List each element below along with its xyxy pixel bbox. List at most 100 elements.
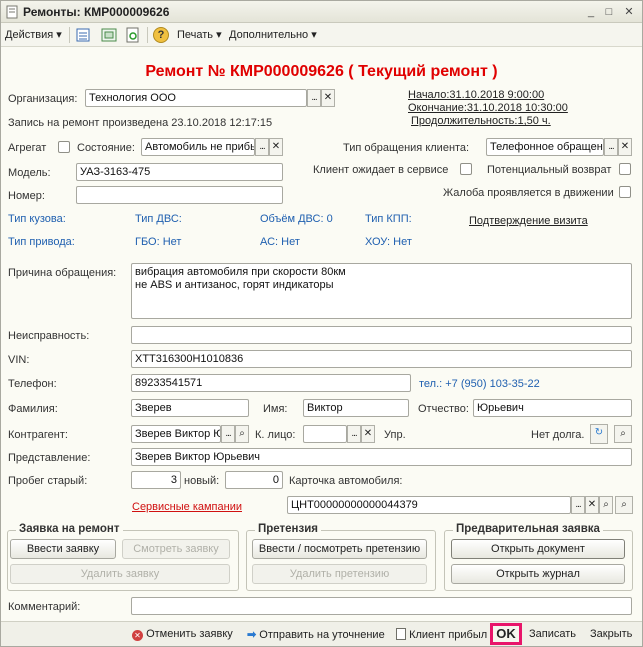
document-icon — [6, 5, 18, 19]
service-campaigns-link[interactable]: Сервисные кампании — [132, 501, 242, 513]
surname-field[interactable]: Зверев — [131, 399, 249, 417]
counterparty-field[interactable]: Зверев Виктор Юрьевич — [131, 425, 221, 443]
potential-return-label: Потенциальный возврат — [487, 164, 612, 176]
vin-field[interactable]: XTT316300H1010836 — [131, 350, 632, 368]
reason-textarea[interactable]: вибрация автомобиля при скорости 80км не… — [131, 263, 632, 319]
structure-icon[interactable] — [101, 27, 117, 43]
more-menu[interactable]: Дополнительно ▾ — [229, 27, 317, 43]
car-card-search-icon-2[interactable]: ⌕ — [615, 496, 633, 514]
close-icon[interactable]: ✕ — [621, 4, 637, 20]
cancel-request-button[interactable]: ✕ Отменить заявку — [132, 628, 233, 641]
minimize-icon[interactable]: _ — [583, 4, 599, 20]
state-select-button[interactable]: ... — [255, 138, 269, 156]
name-label: Имя: — [263, 403, 288, 415]
car-card-label: Карточка автомобиля: — [289, 475, 403, 487]
maximize-icon[interactable]: □ — [601, 4, 617, 20]
start-date-link[interactable]: Начало:31.10.2018 9:00:00 — [408, 89, 544, 101]
contact-person-field[interactable] — [303, 425, 347, 443]
appeal-type-select-button[interactable]: ... — [604, 138, 618, 156]
ok-button[interactable]: OK — [490, 623, 522, 645]
chassis-info: ХОУ: Нет — [365, 236, 412, 248]
drive-type-info: Тип привода: — [8, 236, 75, 248]
counterparty-search-icon[interactable]: ⌕ — [235, 425, 249, 443]
manager-label: Упр. — [384, 429, 406, 441]
end-date-link[interactable]: Окончание:31.10.2018 10:30:00 — [408, 102, 568, 114]
print-menu[interactable]: Печать ▾ — [177, 27, 222, 43]
refresh-icon[interactable]: ↻ — [590, 424, 608, 444]
contact-person-select-button[interactable]: ... — [347, 425, 361, 443]
car-card-search-icon[interactable]: ⌕ — [599, 496, 613, 514]
name-field[interactable]: Виктор — [303, 399, 409, 417]
open-journal-button[interactable]: Открыть журнал — [451, 564, 625, 584]
potential-return-checkbox[interactable] — [619, 163, 631, 175]
org-select-button[interactable]: ... — [307, 89, 321, 107]
reason-line-1: вибрация автомобиля при скорости 80км — [135, 266, 346, 278]
representation-label: Представление: — [8, 452, 91, 464]
enter-request-button[interactable]: Ввести заявку — [10, 539, 116, 559]
toolbar-divider — [147, 27, 148, 43]
clipboard-icon — [396, 628, 406, 640]
comment-field[interactable] — [131, 597, 632, 615]
engine-volume-info: Объём ДВС: 0 — [260, 213, 333, 225]
patronymic-field[interactable]: Юрьевич — [473, 399, 632, 417]
surname-label: Фамилия: — [8, 403, 58, 415]
save-button[interactable]: Записать — [529, 628, 576, 640]
delete-claim-button[interactable]: Удалить претензию — [252, 564, 427, 584]
malfunction-field[interactable] — [131, 326, 632, 344]
org-field[interactable]: Технология ООО — [85, 89, 307, 107]
client-arrived-button[interactable]: Клиент прибыл — [396, 628, 487, 641]
record-made-text: Запись на ремонт произведена 23.10.2018 … — [8, 117, 273, 129]
mileage-old-field[interactable]: 3 — [131, 471, 181, 489]
send-arrow-icon: ➡ — [247, 629, 257, 641]
engine-type-info: Тип ДВС: — [135, 213, 182, 225]
close-button[interactable]: Закрыть — [590, 628, 632, 640]
repair-window: Ремонты: КМР000009626 _ □ ✕ Действия ▾ ?… — [0, 0, 643, 647]
counterparty-search-icon-2[interactable]: ⌕ — [614, 425, 632, 443]
phone-field[interactable]: 89233541571 — [131, 374, 411, 392]
reason-label: Причина обращения: — [8, 267, 117, 279]
gbo-info: ГБО: Нет — [135, 236, 182, 248]
confirm-visit-link[interactable]: Подтверждение визита — [469, 215, 588, 227]
view-request-button[interactable]: Смотреть заявку — [122, 539, 230, 559]
toolbar-divider — [69, 27, 70, 43]
help-icon[interactable]: ? — [153, 27, 169, 43]
enter-claim-button[interactable]: Ввести / посмотреть претензию — [252, 539, 427, 559]
car-card-select-button[interactable]: ... — [571, 496, 585, 514]
malfunction-label: Неисправность: — [8, 330, 90, 342]
no-debt-text: Нет долга. — [531, 429, 585, 441]
appeal-type-field[interactable]: Телефонное обращение — [486, 138, 604, 156]
patronymic-label: Отчество: — [418, 403, 469, 415]
representation-field[interactable]: Зверев Виктор Юрьевич — [131, 448, 632, 466]
aggregate-checkbox[interactable] — [58, 141, 70, 153]
contact-person-clear-icon[interactable]: ✕ — [361, 425, 375, 443]
state-label: Состояние: — [77, 142, 135, 154]
appeal-type-clear-icon[interactable]: ✕ — [618, 138, 632, 156]
state-clear-icon[interactable]: ✕ — [269, 138, 283, 156]
duration-link[interactable]: Продолжительность:1,50 ч. — [411, 115, 551, 127]
org-clear-icon[interactable]: ✕ — [321, 89, 335, 107]
prelim-group-title: Предварительная заявка — [453, 523, 603, 535]
car-card-clear-icon[interactable]: ✕ — [585, 496, 599, 514]
counterparty-select-button[interactable]: ... — [221, 425, 235, 443]
aggregate-label: Агрегат — [8, 142, 47, 154]
send-clarify-button[interactable]: ➡ Отправить на уточнение — [247, 628, 385, 641]
delete-request-button[interactable]: Удалить заявку — [10, 564, 230, 584]
number-label: Номер: — [8, 190, 45, 202]
window-title: Ремонты: КМР000009626 — [23, 5, 170, 19]
open-document-button[interactable]: Открыть документ — [451, 539, 625, 559]
vin-label: VIN: — [8, 354, 30, 366]
complaint-motion-checkbox[interactable] — [619, 186, 631, 198]
toolbar: Действия ▾ ? Печать ▾ Дополнительно ▾ — [1, 23, 642, 47]
refresh-document-icon[interactable] — [125, 27, 141, 43]
client-waits-checkbox[interactable] — [460, 163, 472, 175]
model-label: Модель: — [8, 167, 51, 179]
number-field[interactable] — [76, 186, 283, 204]
body-type-info: Тип кузова: — [8, 213, 66, 225]
list-icon[interactable] — [75, 27, 91, 43]
model-field[interactable]: УАЗ-3163-475 — [76, 163, 283, 181]
car-card-field[interactable]: ЦНТ00000000000044379 — [287, 496, 571, 514]
state-field[interactable]: Автомобиль не прибыл — [141, 138, 255, 156]
mileage-new-field[interactable]: 0 — [225, 471, 283, 489]
actions-menu[interactable]: Действия ▾ — [5, 27, 62, 43]
bottom-bar: ✕ Отменить заявку ➡ Отправить на уточнен… — [1, 621, 642, 646]
